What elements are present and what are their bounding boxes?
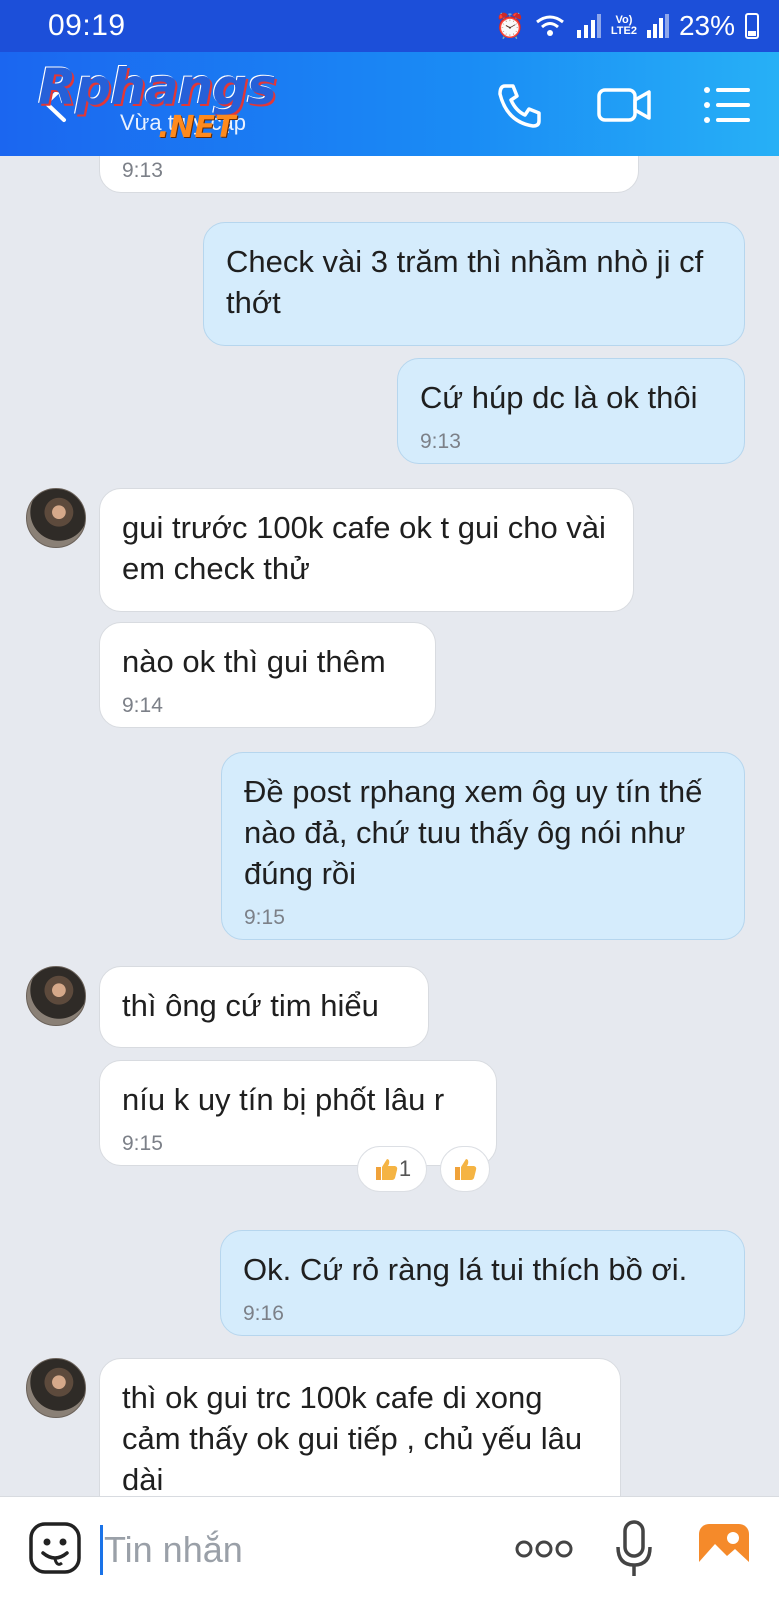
message-outgoing[interactable]: Ok. Cứ rỏ ràng lá tui thích bồ ơi. 9:16	[220, 1230, 745, 1336]
message-incoming[interactable]: gui trước 100k cafe ok t gui cho vài em …	[99, 488, 634, 612]
message-outgoing[interactable]: Đề post rphang xem ôg uy tín thế nào đả,…	[221, 752, 745, 940]
message-time: 9:14	[122, 694, 163, 717]
chat-messages[interactable]: 9:13 Check vài 3 trăm thì nhầm nhò ji cf…	[0, 156, 779, 1496]
message-time: 9:15	[244, 906, 285, 929]
contact-avatar[interactable]	[26, 966, 86, 1026]
contact-avatar[interactable]	[26, 488, 86, 548]
text-cursor	[100, 1525, 103, 1575]
message-text: thì ông cứ tim hiểu	[122, 988, 379, 1023]
message-text: níu k uy tín bị phốt lâu r	[122, 1082, 445, 1117]
message-input-bar	[0, 1496, 779, 1600]
signal-icon	[576, 14, 601, 38]
message-text: thì ok gui trc 100k cafe di xong cảm thấ…	[122, 1380, 583, 1496]
status-bar: 09:19 ⏰ Vo) LTE2 23%	[0, 0, 779, 52]
message-incoming[interactable]: nào ok thì gui thêm 9:14	[99, 622, 436, 728]
message-outgoing[interactable]: Cứ húp dc là ok thôi 9:13	[397, 358, 745, 464]
message-incoming[interactable]: níu k uy tín bị phốt lâu r 9:15	[99, 1060, 497, 1166]
message-time: 9:16	[243, 1302, 284, 1325]
message-text: Ok. Cứ rỏ ràng lá tui thích bồ ơi.	[243, 1252, 688, 1287]
message-incoming[interactable]: 9:13	[99, 156, 639, 193]
watermark-logo: Rphangs	[38, 58, 277, 116]
message-input[interactable]	[104, 1523, 484, 1577]
message-incoming[interactable]: thì ông cứ tim hiểu	[99, 966, 429, 1048]
thumbs-up-icon	[375, 1159, 398, 1180]
message-time: 9:15	[122, 1132, 163, 1155]
message-outgoing[interactable]: Check vài 3 trăm thì nhầm nhò ji cf thớt	[203, 222, 745, 346]
microphone-icon[interactable]	[614, 1519, 654, 1579]
reaction-summary[interactable]: 1	[357, 1146, 427, 1192]
phone-icon[interactable]	[495, 80, 545, 130]
message-text: Đề post rphang xem ôg uy tín thế nào đả,…	[244, 774, 703, 891]
alarm-icon: ⏰	[494, 12, 525, 40]
message-incoming[interactable]: thì ok gui trc 100k cafe di xong cảm thấ…	[99, 1358, 621, 1496]
contact-avatar[interactable]	[26, 1358, 86, 1418]
react-button[interactable]	[440, 1146, 490, 1192]
message-text: Cứ húp dc là ok thôi	[420, 380, 698, 415]
thumbs-up-icon	[455, 1159, 477, 1180]
battery-percent: 23%	[678, 10, 735, 41]
more-options-icon[interactable]	[514, 1537, 574, 1561]
message-time: 9:13	[420, 430, 461, 453]
chat-header: Vừa truy cập Rphangs .NET	[0, 52, 779, 156]
watermark-logo-sub: .NET	[158, 110, 236, 145]
signal-icon-2	[646, 14, 669, 38]
wifi-icon	[535, 15, 564, 36]
status-icons: ⏰ Vo) LTE2 23%	[495, 10, 759, 42]
message-text: Check vài 3 trăm thì nhầm nhò ji cf thớt	[226, 244, 704, 320]
message-text: nào ok thì gui thêm	[122, 644, 386, 679]
status-time: 09:19	[48, 9, 126, 42]
video-call-icon[interactable]	[596, 80, 652, 130]
emoji-sticker-icon[interactable]	[28, 1521, 82, 1575]
lte-indicator: Vo) LTE2	[610, 14, 637, 37]
message-text: gui trước 100k cafe ok t gui cho vài em …	[122, 510, 606, 586]
menu-icon[interactable]	[702, 80, 752, 130]
reaction-count: 1	[398, 1156, 412, 1181]
image-gallery-icon[interactable]	[697, 1522, 751, 1574]
battery-icon	[745, 13, 759, 39]
message-time: 9:13	[122, 159, 163, 182]
